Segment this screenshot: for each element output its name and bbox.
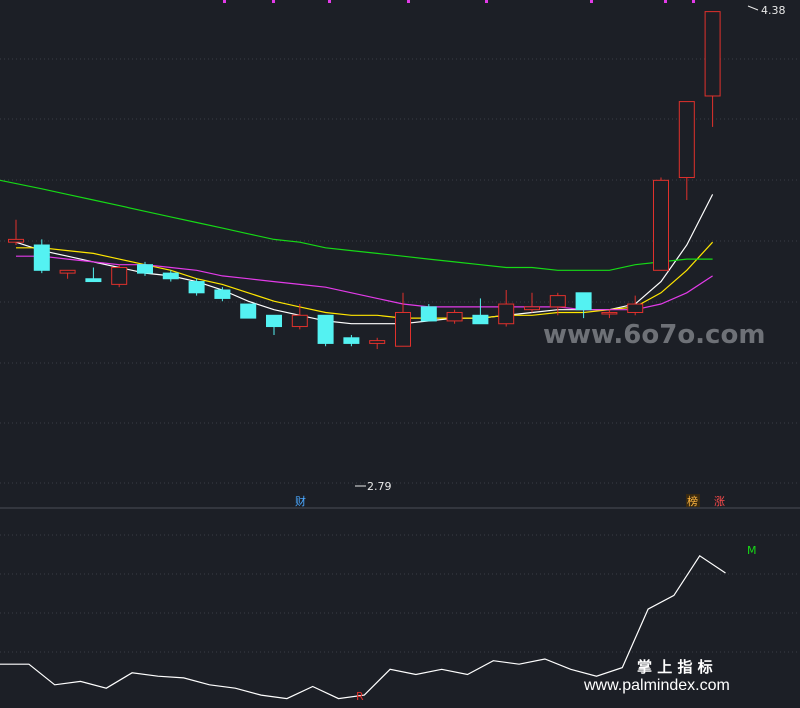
candle-body <box>395 311 411 347</box>
high-arrow <box>747 5 759 11</box>
candle-body <box>111 266 128 285</box>
candle <box>498 289 515 327</box>
candle-body <box>472 314 489 325</box>
candle <box>472 298 489 325</box>
candle-body <box>704 11 721 97</box>
candle <box>188 278 205 296</box>
top-marker <box>223 0 226 3</box>
candle-body <box>8 238 24 243</box>
candle-body <box>85 278 102 283</box>
top-marker <box>664 0 667 3</box>
candle <box>420 304 437 322</box>
candle <box>704 11 721 127</box>
candle <box>678 101 695 201</box>
candle-body <box>678 101 695 179</box>
candle <box>33 239 50 274</box>
candle-body <box>549 295 566 308</box>
indicator-mark-m: M <box>747 544 757 557</box>
candle <box>369 337 386 350</box>
candle <box>395 292 411 347</box>
candle <box>85 267 102 283</box>
stock-chart: 4.38 2.79 财 榜 涨 R M www.6o7o.com 掌 上 指 标… <box>0 0 800 703</box>
candle <box>266 314 282 335</box>
candle <box>601 309 618 319</box>
candle-body <box>240 303 257 319</box>
candle <box>653 177 669 271</box>
candle <box>575 292 592 319</box>
indicator-mark-r: R <box>356 690 364 703</box>
candle-body <box>59 269 76 274</box>
high-price-label: 4.38 <box>761 4 786 17</box>
top-marker <box>485 0 488 3</box>
top-marker <box>328 0 331 3</box>
candle-body <box>317 314 334 344</box>
tag-zhang: 涨 <box>714 495 725 508</box>
candle-body <box>266 314 282 328</box>
candle-body <box>162 272 179 280</box>
candle-body <box>524 306 540 311</box>
low-price-label: 2.79 <box>367 480 392 493</box>
top-marker <box>692 0 695 3</box>
candle <box>8 219 24 245</box>
top-marker <box>407 0 410 3</box>
candle-body <box>291 314 308 328</box>
candle-body <box>188 281 205 294</box>
site-watermark: www.6o7o.com <box>543 320 765 350</box>
candle <box>317 314 334 347</box>
candle-body <box>214 289 231 299</box>
top-marker <box>590 0 593 3</box>
tag-cai: 财 <box>295 494 306 508</box>
candle-body <box>575 292 592 311</box>
candle-body <box>498 303 515 325</box>
brand-watermark-cn: 掌 上 指 标 <box>637 658 713 676</box>
candle <box>240 303 257 319</box>
candle-body <box>420 306 437 322</box>
candle <box>111 264 128 288</box>
brand-watermark-url: www.palmindex.com <box>583 677 730 694</box>
candle <box>214 287 231 302</box>
candle <box>59 269 76 279</box>
candle-body <box>369 340 386 344</box>
candle-body <box>137 264 153 274</box>
tag-bang: 榜 <box>687 494 698 508</box>
candle-body <box>601 311 618 315</box>
candle-body <box>446 311 463 322</box>
candle <box>524 292 540 313</box>
candle <box>627 295 644 316</box>
candle <box>343 334 360 347</box>
top-marker <box>272 0 275 3</box>
candle-body <box>627 303 644 313</box>
candle-body <box>343 337 360 344</box>
candle-body <box>653 179 669 271</box>
candle <box>446 309 463 324</box>
candle-body <box>33 244 50 271</box>
